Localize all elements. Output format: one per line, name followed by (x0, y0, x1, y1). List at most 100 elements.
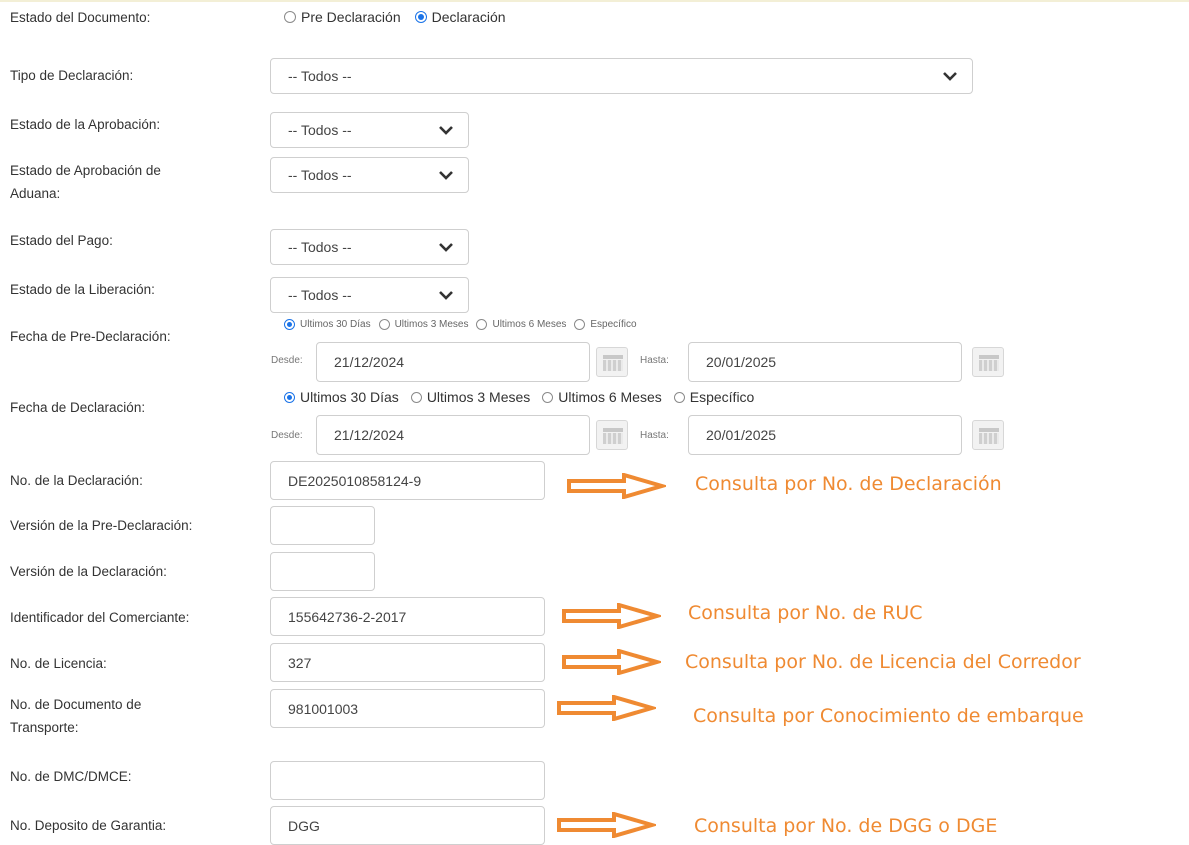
radio-circle[interactable] (542, 391, 554, 403)
desde-label: Desde: (271, 430, 303, 441)
identificador-comerciante-label: Identificador del Comerciante: (10, 610, 190, 625)
radio-especifico[interactable]: Específico (574, 319, 637, 330)
no-deposito-garantia-input[interactable]: DGG (270, 806, 545, 845)
radio-circle[interactable] (673, 391, 685, 403)
label-line: No. de Documento de (10, 697, 142, 712)
calendar-icon[interactable] (972, 347, 1004, 377)
chevron-down-icon (439, 171, 453, 180)
select-value: -- Todos -- (288, 239, 352, 255)
select-value: -- Todos -- (288, 122, 352, 138)
estado-documento-label: Estado del Documento: (10, 10, 151, 25)
version-pre-declaracion-label: Versión de la Pre-Declaración: (10, 518, 193, 533)
no-documento-transporte-label: No. de Documento de Transporte: (10, 694, 141, 738)
radio-label: Ultimos 6 Meses (558, 389, 662, 405)
input-value: 21/12/2024 (334, 427, 405, 443)
chevron-down-icon (439, 291, 453, 300)
radio-circle-checked[interactable] (414, 11, 427, 23)
top-divider (0, 0, 1189, 2)
chevron-down-icon (439, 126, 453, 135)
radio-label: Específico (590, 319, 637, 330)
annotation-ruc: Consulta por No. de RUC (688, 602, 923, 624)
version-declaracion-label: Versión de la Declaración: (10, 564, 167, 579)
fecha-pre-declaracion-label: Fecha de Pre-Declaración: (10, 329, 171, 344)
radio-label: Declaración (431, 9, 506, 25)
pre-declaracion-hasta-input[interactable]: 20/01/2025 (688, 342, 962, 382)
tipo-declaracion-select[interactable]: -- Todos -- (270, 58, 973, 94)
radio-ultimos-30-dias[interactable]: Ultimos 30 Días (284, 319, 371, 330)
no-dmc-input[interactable] (270, 761, 545, 800)
estado-aprobacion-select[interactable]: -- Todos -- (270, 112, 469, 148)
radio-label: Ultimos 30 Días (300, 389, 399, 405)
no-documento-transporte-input[interactable]: 981001003 (270, 689, 545, 728)
no-licencia-input[interactable]: 327 (270, 643, 545, 682)
arrow-right-icon (567, 473, 666, 499)
radio-label: Específico (689, 389, 755, 405)
radio-ultimos-6-meses[interactable]: Ultimos 6 Meses (542, 389, 662, 405)
radio-ultimos-30-dias[interactable]: Ultimos 30 Días (284, 389, 399, 405)
radio-circle-checked[interactable] (284, 391, 295, 403)
calendar-icon[interactable] (596, 420, 628, 450)
radio-circle[interactable] (410, 391, 422, 403)
fecha-pre-declaracion-radio-group: Ultimos 30 Días Ultimos 3 Meses Ultimos … (284, 319, 637, 330)
select-value: -- Todos -- (288, 167, 352, 183)
arrow-right-icon (562, 603, 661, 629)
hasta-label: Hasta: (640, 355, 669, 366)
radio-circle[interactable] (284, 11, 296, 23)
estado-aprobacion-aduana-select[interactable]: -- Todos -- (270, 157, 469, 193)
version-pre-declaracion-input[interactable] (270, 506, 375, 545)
radio-label: Ultimos 3 Meses (426, 389, 531, 405)
input-value: DGG (288, 817, 320, 834)
calendar-icon[interactable] (972, 420, 1004, 450)
estado-aprobacion-label: Estado de la Aprobación: (10, 117, 161, 132)
declaracion-hasta-input[interactable]: 20/01/2025 (688, 415, 962, 455)
estado-pago-select[interactable]: -- Todos -- (270, 229, 469, 265)
radio-circle[interactable] (574, 319, 586, 330)
identificador-comerciante-input[interactable]: 155642736-2-2017 (270, 597, 545, 636)
version-declaracion-input[interactable] (270, 552, 375, 591)
no-declaracion-label: No. de la Declaración: (10, 473, 143, 488)
declaracion-desde-input[interactable]: 21/12/2024 (316, 415, 590, 455)
label-line: Transporte: (10, 720, 79, 735)
annotation-declaracion: Consulta por No. de Declaración (695, 473, 1002, 495)
input-value: DE2025010858124-9 (288, 472, 422, 489)
input-value: 20/01/2025 (706, 354, 777, 370)
no-licencia-label: No. de Licencia: (10, 656, 107, 671)
input-value: 21/12/2024 (334, 354, 405, 370)
radio-circle[interactable] (476, 319, 488, 330)
radio-circle-checked[interactable] (284, 319, 295, 330)
radio-declaracion[interactable]: Declaración (414, 9, 506, 25)
radio-label: Ultimos 30 Días (300, 319, 371, 330)
radio-pre-declaracion[interactable]: Pre Declaración (284, 9, 401, 25)
chevron-down-icon (943, 72, 957, 81)
input-value: 981001003 (288, 700, 359, 717)
estado-documento-radio-group: Pre Declaración Declaración (284, 9, 506, 25)
no-deposito-garantia-label: No. Deposito de Garantia: (10, 818, 167, 833)
radio-label: Ultimos 3 Meses (394, 319, 469, 330)
radio-circle[interactable] (378, 319, 390, 330)
radio-ultimos-3-meses[interactable]: Ultimos 3 Meses (410, 389, 531, 405)
calendar-icon[interactable] (596, 347, 628, 377)
select-value: -- Todos -- (288, 68, 352, 84)
annotation-licencia: Consulta por No. de Licencia del Corredo… (685, 651, 1081, 673)
input-value: 155642736-2-2017 (288, 608, 407, 625)
estado-aprobacion-aduana-label: Estado de Aprobación de Aduana: (10, 160, 161, 204)
estado-liberacion-select[interactable]: -- Todos -- (270, 277, 469, 313)
annotation-conocimiento: Consulta por Conocimiento de embarque (693, 705, 1084, 727)
radio-especifico[interactable]: Específico (673, 389, 755, 405)
radio-ultimos-3-meses[interactable]: Ultimos 3 Meses (378, 319, 469, 330)
pre-declaracion-desde-input[interactable]: 21/12/2024 (316, 342, 590, 382)
desde-label: Desde: (271, 355, 303, 366)
tipo-declaracion-label: Tipo de Declaración: (10, 68, 134, 83)
label-line: Estado de Aprobación de (10, 163, 161, 178)
annotation-dgg: Consulta por No. de DGG o DGE (694, 815, 998, 837)
select-value: -- Todos -- (288, 287, 352, 303)
no-declaracion-input[interactable]: DE2025010858124-9 (270, 461, 545, 500)
no-dmc-label: No. de DMC/DMCE: (10, 769, 132, 784)
arrow-right-icon (562, 649, 661, 675)
input-value: 20/01/2025 (706, 427, 777, 443)
radio-ultimos-6-meses[interactable]: Ultimos 6 Meses (476, 319, 566, 330)
fecha-declaracion-label: Fecha de Declaración: (10, 400, 146, 415)
input-value: 327 (288, 654, 312, 671)
fecha-declaracion-radio-group: Ultimos 30 Días Ultimos 3 Meses Ultimos … (284, 389, 754, 405)
arrow-right-icon (557, 695, 656, 721)
